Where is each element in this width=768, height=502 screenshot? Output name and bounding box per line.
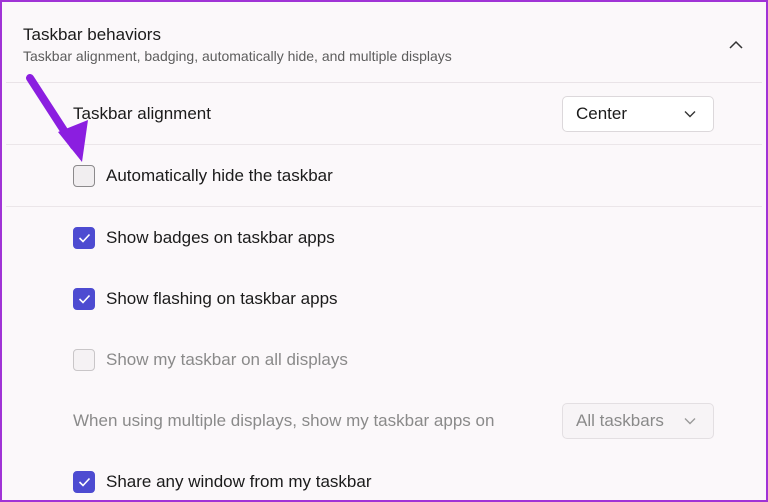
taskbar-alignment-value: Center <box>576 103 628 123</box>
chevron-down-icon <box>684 417 696 424</box>
multi-display-row: When using multiple displays, show my ta… <box>6 390 762 452</box>
chevron-up-icon <box>729 40 743 49</box>
multi-display-dropdown[interactable]: All taskbars <box>562 402 714 439</box>
multi-display-label: When using multiple displays, show my ta… <box>73 410 495 430</box>
show-flashing-label: Show flashing on taskbar apps <box>106 288 338 308</box>
multi-display-value: All taskbars <box>576 410 664 430</box>
show-flashing-checkbox[interactable] <box>73 287 95 310</box>
collapse-button[interactable] <box>724 32 748 56</box>
auto-hide-row: Automatically hide the taskbar <box>6 145 762 207</box>
section-subtitle: Taskbar alignment, badging, automaticall… <box>23 48 452 64</box>
section-header[interactable]: Taskbar behaviors Taskbar alignment, bad… <box>6 2 762 83</box>
share-window-checkbox[interactable] <box>73 470 95 493</box>
annotation-arrow-icon <box>26 74 88 162</box>
section-title: Taskbar behaviors <box>23 25 161 44</box>
all-displays-checkbox[interactable] <box>73 348 95 371</box>
checkmark-icon <box>78 477 90 487</box>
show-flashing-row: Show flashing on taskbar apps <box>6 268 762 330</box>
taskbar-alignment-row: Taskbar alignment Center <box>6 83 762 145</box>
taskbar-behaviors-panel: Taskbar behaviors Taskbar alignment, bad… <box>6 2 762 500</box>
checkmark-icon <box>78 233 90 243</box>
auto-hide-label: Automatically hide the taskbar <box>106 165 333 185</box>
show-badges-checkbox[interactable] <box>73 226 95 249</box>
chevron-down-icon <box>684 110 696 117</box>
taskbar-alignment-dropdown[interactable]: Center <box>562 95 714 132</box>
share-window-row: Share any window from my taskbar <box>6 451 762 500</box>
show-badges-row: Show badges on taskbar apps <box>6 207 762 269</box>
checkmark-icon <box>78 294 90 304</box>
show-badges-label: Show badges on taskbar apps <box>106 227 335 247</box>
all-displays-label: Show my taskbar on all displays <box>106 349 348 369</box>
screenshot-frame: Taskbar behaviors Taskbar alignment, bad… <box>0 0 768 502</box>
all-displays-row: Show my taskbar on all displays <box>6 329 762 391</box>
auto-hide-checkbox[interactable] <box>73 164 95 187</box>
share-window-label: Share any window from my taskbar <box>106 471 372 491</box>
